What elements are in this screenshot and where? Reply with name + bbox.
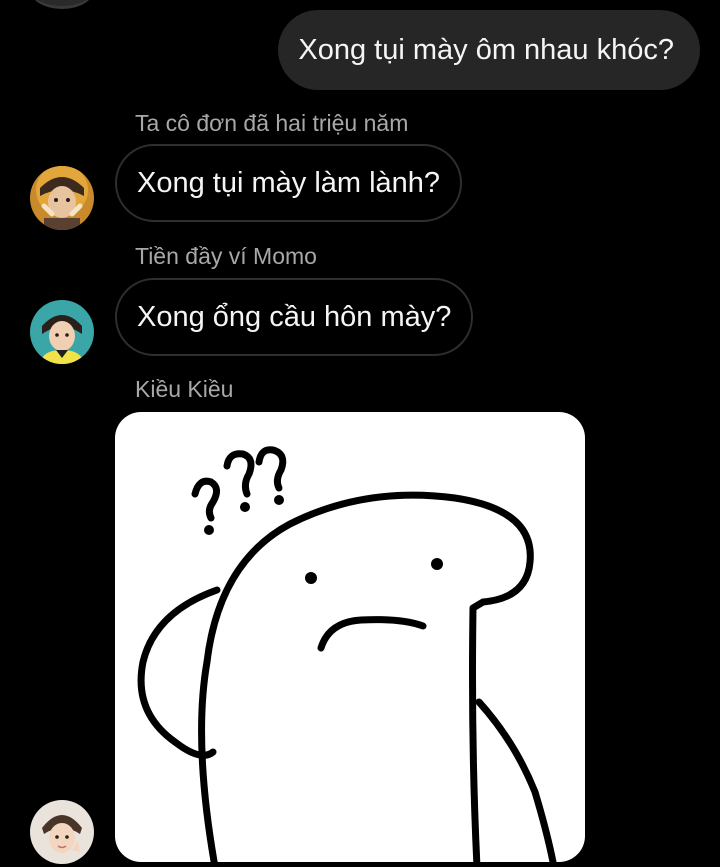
question-dot — [240, 502, 250, 512]
incoming-message-bubble[interactable]: Xong tụi mày làm lành? — [115, 144, 463, 222]
blob-eye — [305, 572, 317, 584]
question-mark — [191, 477, 220, 522]
message-text: Xong ổng cầu hôn mày? — [137, 301, 452, 333]
avatar[interactable] — [30, 166, 94, 230]
top-partial-avatar — [30, 0, 94, 9]
blob-mouth — [317, 616, 427, 652]
message-text: Xong tụi mày làm lành? — [137, 167, 441, 199]
question-dot — [204, 525, 214, 535]
blob-eye — [431, 558, 443, 570]
avatar[interactable] — [30, 800, 94, 864]
blob-arm-right — [475, 698, 557, 862]
outgoing-message-bubble[interactable]: Xong tụi mày ôm nhau khóc? — [278, 10, 700, 90]
sender-name: Tiền đầy ví Momo — [135, 243, 317, 269]
sender-name: Kiều Kiều — [135, 376, 234, 402]
incoming-message-bubble[interactable]: Xong ổng cầu hôn mày? — [115, 278, 474, 356]
sender-name: Ta cô đơn đã hai triệu năm — [135, 110, 409, 136]
blob-outline — [198, 491, 534, 862]
message-text: Xong tụi mày ôm nhau khóc? — [298, 34, 674, 66]
avatar[interactable] — [30, 300, 94, 364]
question-mark — [255, 446, 287, 492]
question-mark — [223, 450, 255, 498]
question-dot — [274, 495, 284, 505]
confused-blob-sticker[interactable] — [115, 412, 585, 862]
